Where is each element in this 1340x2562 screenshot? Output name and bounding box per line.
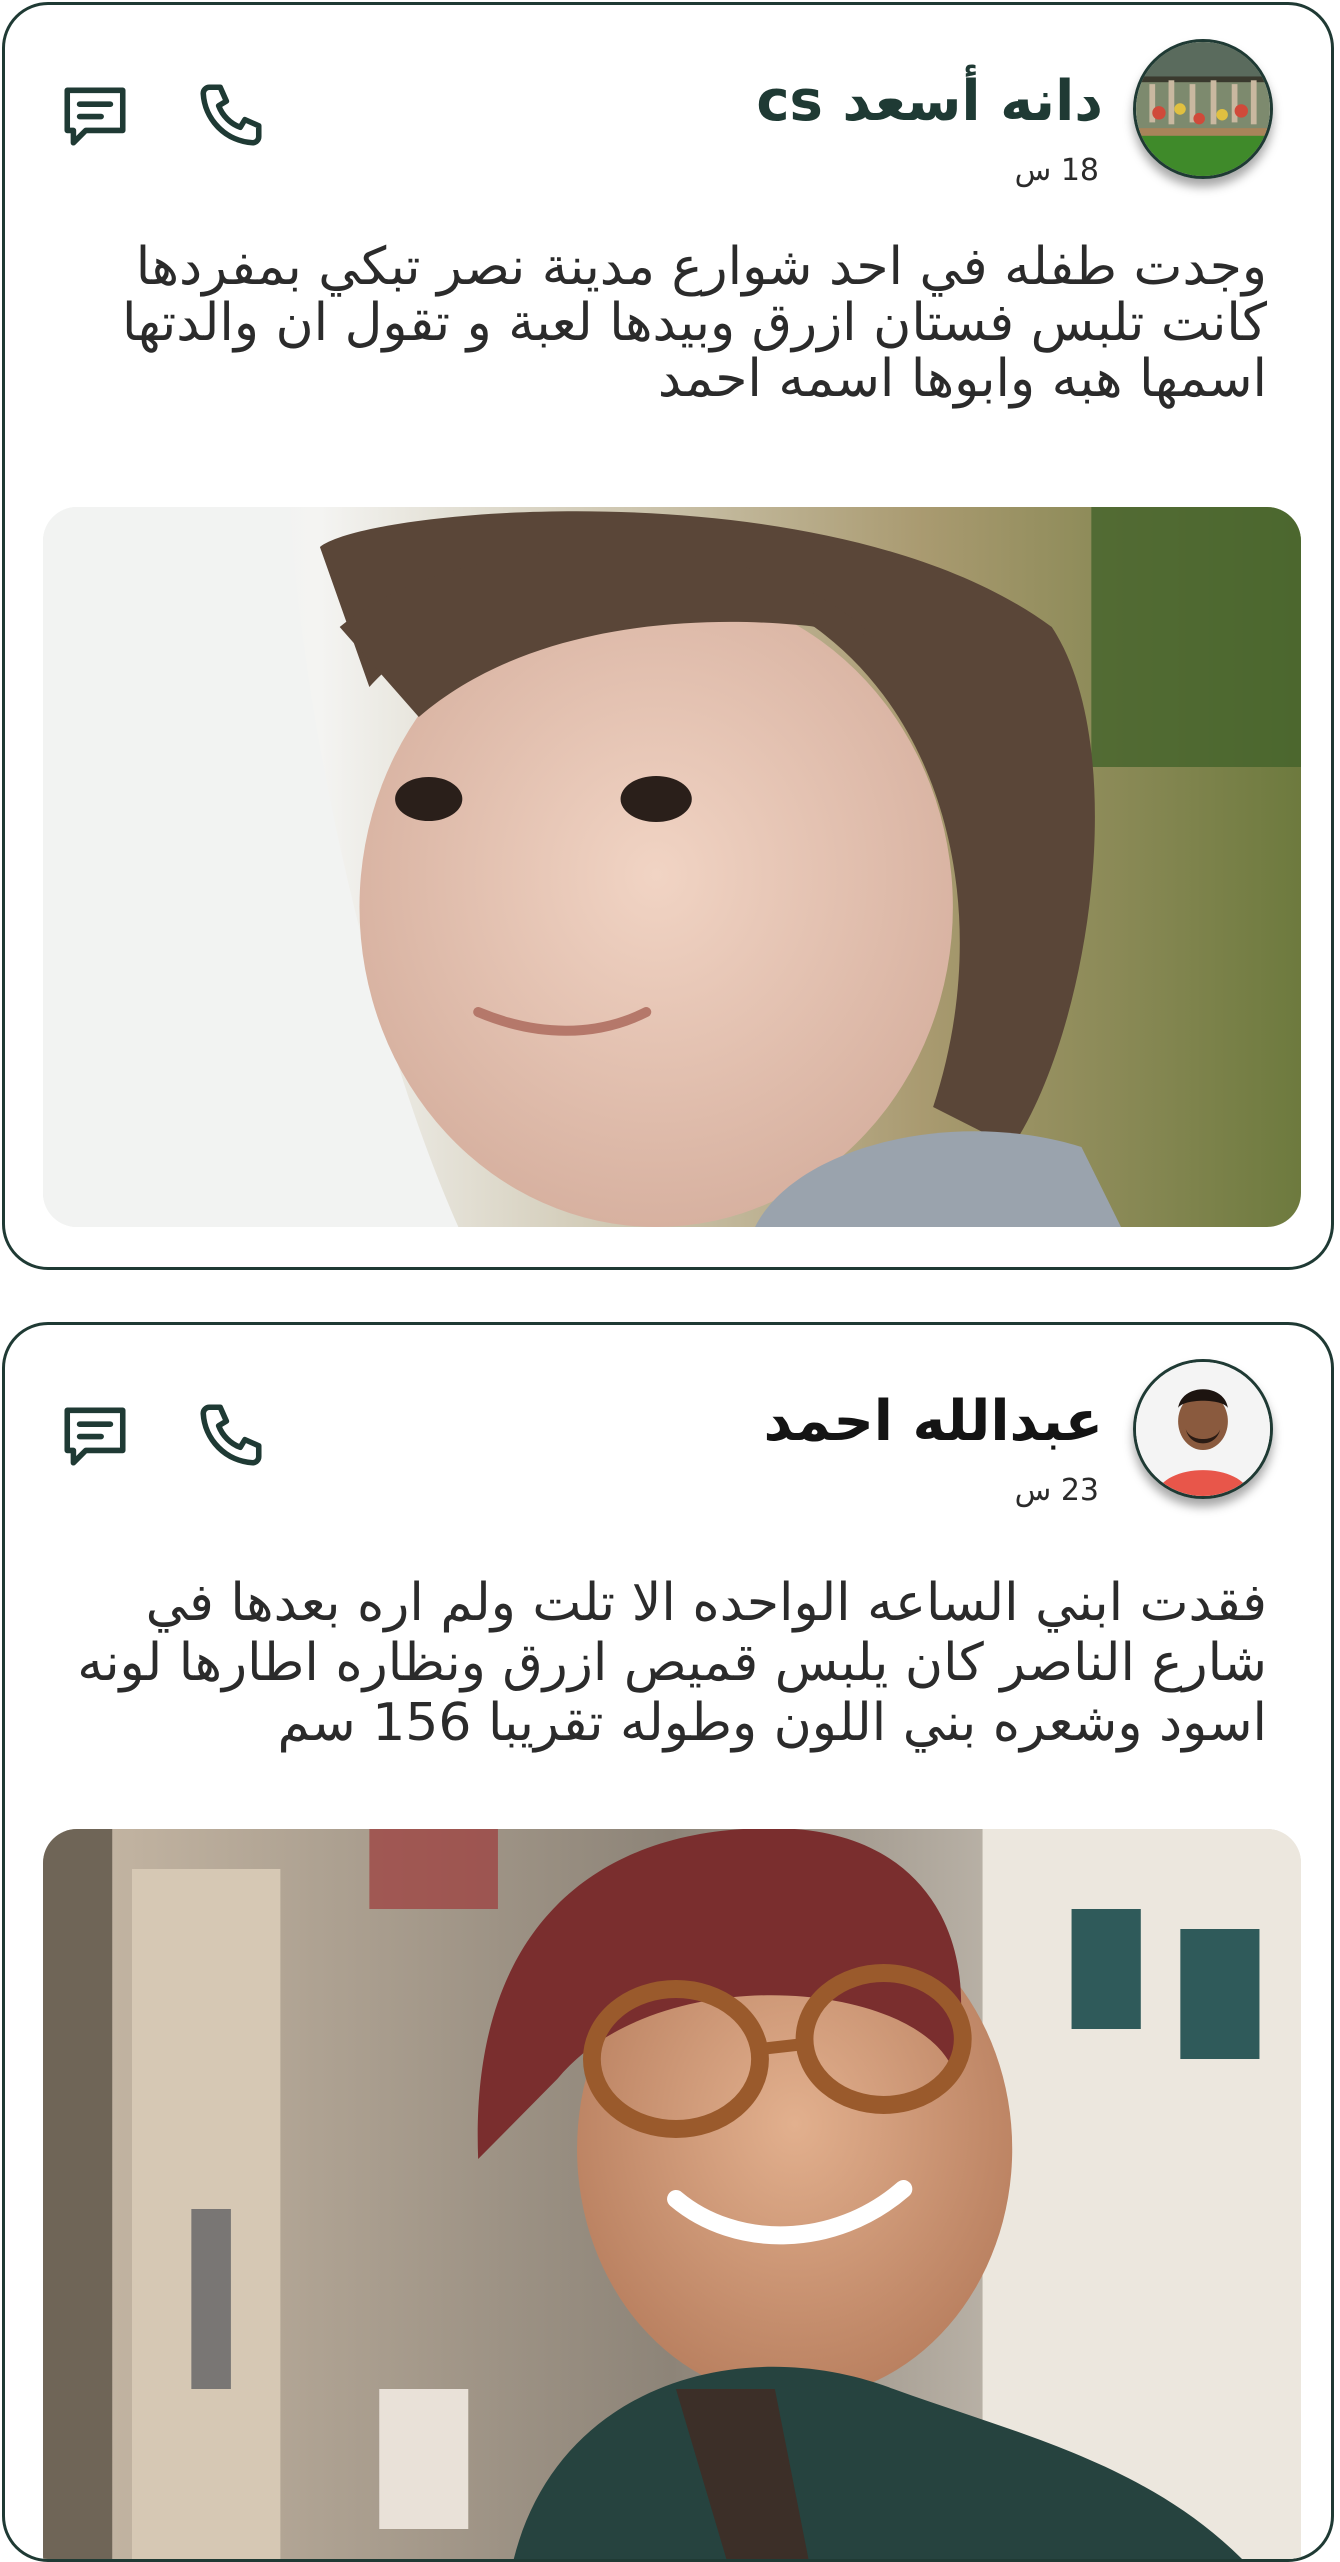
call-button[interactable]: [191, 1395, 271, 1475]
post-text: فقدت ابني الساعه الواحده الا تلت ولم اره…: [77, 1573, 1267, 1753]
phone-icon: [200, 84, 262, 146]
post-image[interactable]: [43, 1829, 1301, 2559]
avatar[interactable]: [1133, 39, 1273, 179]
author-name[interactable]: دانه أسعد cs: [756, 71, 1103, 133]
post-card: دانه أسعد cs 18 س وجدت طفله في احد شوارع…: [2, 2, 1334, 1270]
call-button[interactable]: [191, 75, 271, 155]
post-card: عبدالله احمد 23 س فقدت ابني الساعه الواح…: [2, 1322, 1334, 2562]
author-name[interactable]: عبدالله احمد: [764, 1391, 1103, 1453]
phone-icon: [200, 1404, 262, 1466]
avatar[interactable]: [1133, 1359, 1273, 1499]
post-time: 23 س: [1014, 1473, 1099, 1508]
comment-button[interactable]: [55, 1395, 135, 1475]
post-time: 18 س: [1014, 153, 1099, 188]
post-text: وجدت طفله في احد شوارع مدينة نصر تبكي بم…: [121, 237, 1267, 409]
comment-icon: [64, 87, 126, 146]
comment-icon: [64, 1407, 126, 1466]
post-image[interactable]: [43, 507, 1301, 1227]
comment-button[interactable]: [55, 75, 135, 155]
